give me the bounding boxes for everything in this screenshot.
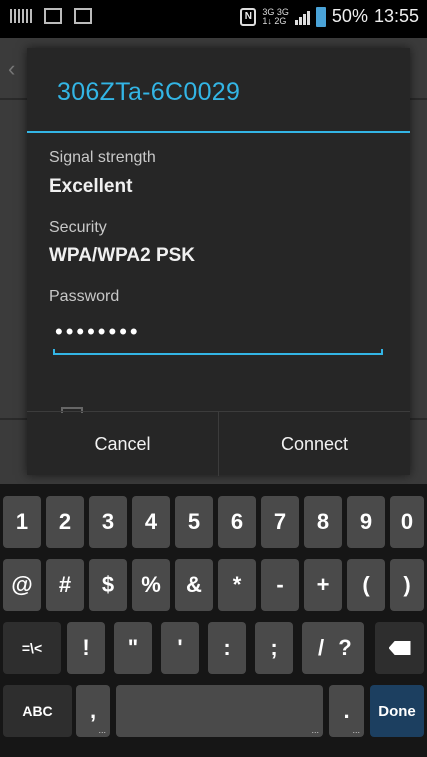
key-5[interactable]: 5: [175, 496, 213, 548]
dialog-button-bar: Cancel Connect: [27, 411, 410, 476]
period-more-hint: ...: [352, 725, 360, 735]
key-percent[interactable]: %: [132, 559, 170, 611]
title-divider: [27, 131, 410, 133]
network-type: 3G 3G 1↓ 2G: [262, 7, 289, 26]
period-char: .: [343, 698, 350, 723]
comma-char: ,: [89, 698, 97, 723]
security-label: Security: [49, 219, 107, 236]
password-label: Password: [49, 288, 120, 305]
key-close-paren[interactable]: ): [390, 559, 424, 611]
signal-strength-value: Excellent: [49, 176, 133, 197]
backspace-key[interactable]: [375, 622, 424, 674]
key-more-symbols[interactable]: =\<: [3, 622, 61, 674]
key-asterisk[interactable]: *: [218, 559, 256, 611]
signal-strength-label: Signal strength: [49, 149, 156, 166]
key-2[interactable]: 2: [46, 496, 84, 548]
password-input[interactable]: ••••••••: [53, 313, 383, 355]
clock: 13:55: [373, 6, 419, 26]
key-ampersand[interactable]: &: [175, 559, 213, 611]
security-value: WPA/WPA2 PSK: [49, 245, 196, 266]
key-at[interactable]: @: [3, 559, 41, 611]
key-9[interactable]: 9: [347, 496, 385, 548]
signal-icon: [294, 9, 310, 25]
key-0[interactable]: 0: [390, 496, 424, 548]
back-chevron-icon: ‹: [8, 56, 16, 81]
key-3[interactable]: 3: [89, 496, 127, 548]
dialog-title: 306ZTa-6C0029: [57, 78, 241, 106]
key-7[interactable]: 7: [261, 496, 299, 548]
wifi-connect-dialog: 306ZTa-6C0029 Signal strength Excellent …: [27, 48, 410, 476]
key-double-quote[interactable]: ": [114, 622, 152, 674]
nfc-icon: N: [240, 7, 257, 26]
key-colon[interactable]: :: [208, 622, 246, 674]
system-indicators: N 3G 3G 1↓ 2G 50% 13:55: [240, 6, 419, 27]
done-key[interactable]: Done: [370, 685, 424, 737]
key-minus[interactable]: -: [261, 559, 299, 611]
key-single-quote[interactable]: ': [161, 622, 199, 674]
soft-keyboard: 1 2 3 4 5 6 7 8 9 0 @ # $ % & * - + ( ) …: [0, 484, 427, 757]
network-type-bottom: 1↓ 2G: [262, 15, 287, 26]
key-question[interactable]: ?: [326, 622, 364, 674]
key-semicolon[interactable]: ;: [255, 622, 293, 674]
key-period[interactable]: . ...: [329, 685, 364, 737]
space-key[interactable]: ...: [116, 685, 323, 737]
status-bar: N 3G 3G 1↓ 2G 50% 13:55: [0, 0, 427, 38]
comma-more-hint: ...: [98, 725, 106, 735]
connect-button[interactable]: Connect: [218, 412, 410, 476]
backspace-icon: [388, 641, 411, 655]
keyboard-icon: [10, 9, 32, 23]
key-8[interactable]: 8: [304, 496, 342, 548]
key-exclamation[interactable]: !: [67, 622, 105, 674]
keyboard-row-symbols: @ # $ % & * - + ( ): [0, 557, 427, 613]
screenshot-icon: [44, 8, 62, 24]
key-4[interactable]: 4: [132, 496, 170, 548]
battery-percent: 50%: [331, 6, 368, 26]
keyboard-row-numbers: 1 2 3 4 5 6 7 8 9 0: [0, 494, 427, 550]
image-icon: [74, 8, 92, 24]
key-6[interactable]: 6: [218, 496, 256, 548]
notification-icons: [10, 8, 92, 24]
space-more-hint: ...: [311, 725, 319, 735]
key-hash[interactable]: #: [46, 559, 84, 611]
password-masked-value: ••••••••: [55, 319, 141, 344]
cancel-button[interactable]: Cancel: [27, 412, 218, 476]
key-dollar[interactable]: $: [89, 559, 127, 611]
keyboard-row-bottom: ABC , ... ... . ... Done: [0, 683, 427, 739]
keyboard-row-punctuation: =\< ! " ' : ; / ?: [0, 620, 427, 676]
key-comma[interactable]: , ...: [76, 685, 110, 737]
key-plus[interactable]: +: [304, 559, 342, 611]
key-1[interactable]: 1: [3, 496, 41, 548]
key-open-paren[interactable]: (: [347, 559, 385, 611]
abc-key[interactable]: ABC: [3, 685, 72, 737]
battery-icon: [315, 6, 326, 27]
